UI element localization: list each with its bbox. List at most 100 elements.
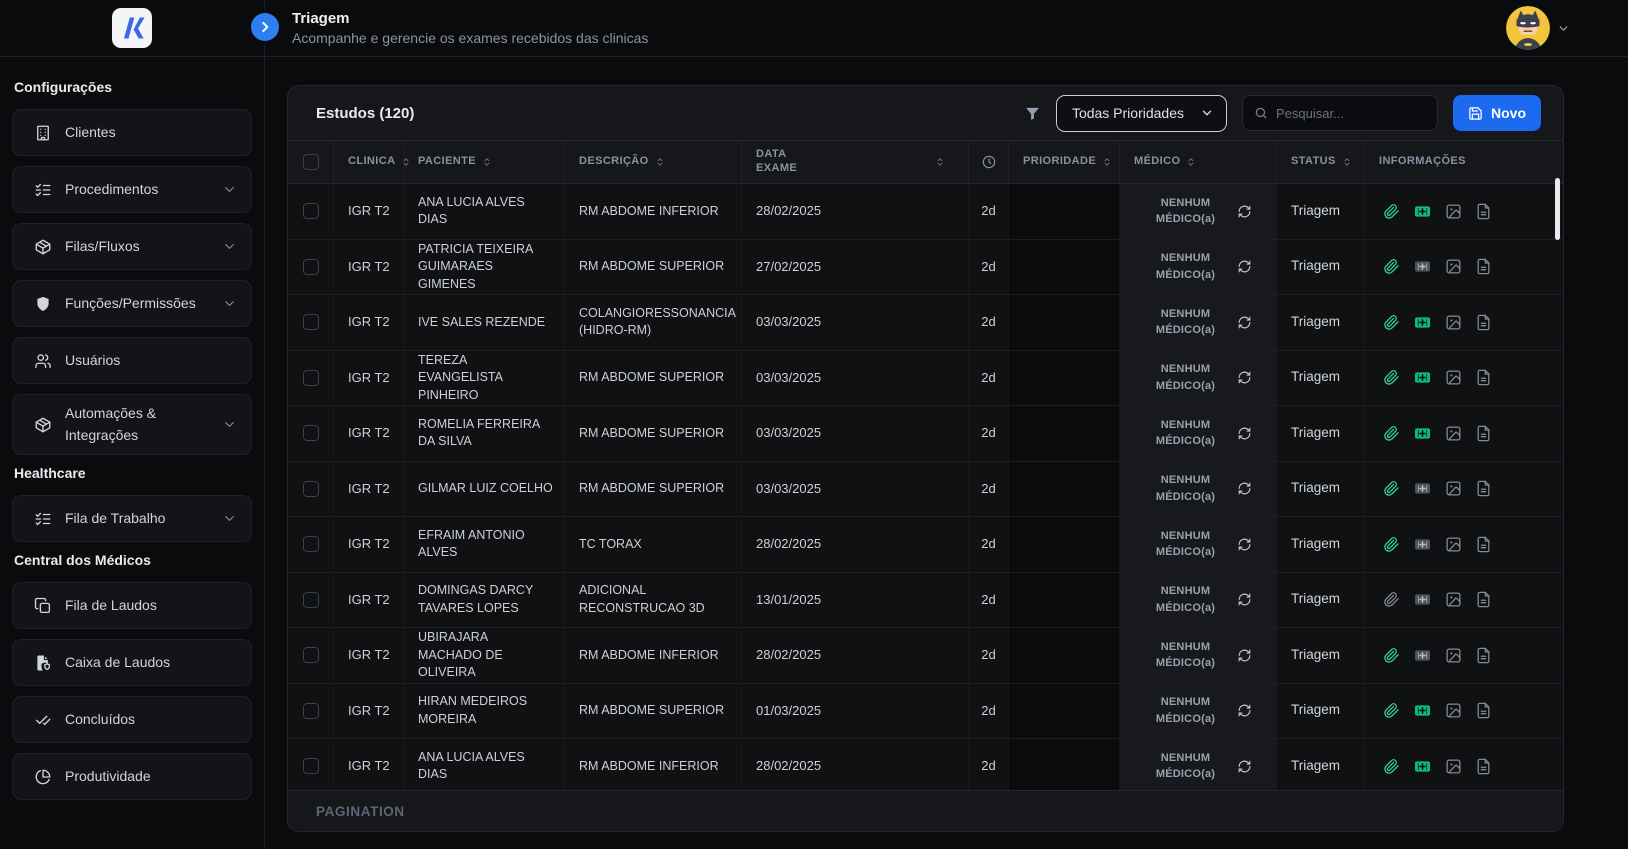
medical-kit-icon[interactable] — [1413, 368, 1432, 387]
refresh-icon[interactable] — [1237, 648, 1252, 663]
sidebar-item-usu-rios[interactable]: Usuários — [12, 337, 252, 384]
refresh-icon[interactable] — [1237, 259, 1252, 274]
priority-filter-select[interactable]: Todas Prioridades — [1055, 94, 1227, 132]
new-button[interactable]: Novo — [1453, 95, 1541, 131]
document-icon[interactable] — [1475, 758, 1492, 775]
paperclip-icon[interactable] — [1383, 369, 1400, 386]
refresh-icon[interactable] — [1237, 426, 1252, 441]
paperclip-icon[interactable] — [1383, 480, 1400, 497]
medical-kit-icon[interactable] — [1413, 202, 1432, 221]
image-icon[interactable] — [1445, 258, 1462, 275]
medical-kit-icon[interactable] — [1413, 646, 1432, 665]
sort-icon[interactable] — [1101, 156, 1113, 168]
image-icon[interactable] — [1445, 480, 1462, 497]
app-logo[interactable] — [112, 8, 152, 48]
refresh-icon[interactable] — [1237, 370, 1252, 385]
sidebar-item-fila-de-trabalho[interactable]: Fila de Trabalho — [12, 495, 252, 543]
sidebar-item-caixa-de-laudos[interactable]: Caixa de Laudos — [12, 639, 252, 687]
row-checkbox[interactable] — [302, 591, 319, 608]
row-checkbox[interactable] — [302, 203, 319, 220]
image-icon[interactable] — [1445, 758, 1462, 775]
row-checkbox[interactable] — [302, 425, 319, 442]
sort-icon[interactable] — [934, 156, 946, 168]
select-all-checkbox[interactable] — [302, 154, 319, 170]
document-icon[interactable] — [1475, 702, 1492, 719]
medical-kit-icon[interactable] — [1413, 313, 1432, 332]
pagination-bar[interactable]: PAGINATION — [288, 790, 1563, 831]
refresh-icon[interactable] — [1237, 537, 1252, 552]
image-icon[interactable] — [1445, 203, 1462, 220]
sidebar-item-fila-de-laudos[interactable]: Fila de Laudos — [12, 582, 252, 630]
sort-icon[interactable] — [654, 156, 666, 168]
document-icon[interactable] — [1475, 314, 1492, 331]
funnel-icon[interactable] — [1024, 105, 1041, 122]
sidebar-collapse-button[interactable] — [251, 13, 279, 41]
document-icon[interactable] — [1475, 369, 1492, 386]
paperclip-icon[interactable] — [1383, 536, 1400, 553]
paperclip-icon[interactable] — [1383, 591, 1400, 608]
row-checkbox[interactable] — [302, 647, 319, 664]
paperclip-icon[interactable] — [1383, 203, 1400, 220]
sidebar-item-filas-fluxos[interactable]: Filas/Fluxos — [12, 223, 252, 270]
image-icon[interactable] — [1445, 591, 1462, 608]
document-icon[interactable] — [1475, 425, 1492, 442]
paperclip-icon[interactable] — [1383, 647, 1400, 664]
medical-kit-icon[interactable] — [1413, 424, 1432, 443]
medical-kit-icon[interactable] — [1413, 257, 1432, 276]
search-input[interactable] — [1276, 105, 1426, 121]
row-checkbox[interactable] — [302, 480, 319, 497]
paperclip-icon[interactable] — [1383, 425, 1400, 442]
sidebar-item-conclu-dos[interactable]: Concluídos — [12, 696, 252, 744]
refresh-icon[interactable] — [1237, 592, 1252, 607]
table-scrollbar[interactable] — [1555, 178, 1560, 240]
paperclip-icon[interactable] — [1383, 314, 1400, 331]
sidebar-item-produtividade[interactable]: Produtividade — [12, 753, 252, 801]
paperclip-icon[interactable] — [1383, 702, 1400, 719]
column-header-medico[interactable]: MÉDICO — [1119, 141, 1276, 183]
column-header-clinica[interactable]: CLINICA — [333, 141, 409, 183]
document-icon[interactable] — [1475, 536, 1492, 553]
image-icon[interactable] — [1445, 647, 1462, 664]
paperclip-icon[interactable] — [1383, 258, 1400, 275]
refresh-icon[interactable] — [1237, 204, 1252, 219]
column-header-prioridade[interactable]: PRIORIDADE — [1008, 141, 1119, 183]
column-header-paciente[interactable]: PACIENTE — [403, 141, 564, 183]
image-icon[interactable] — [1445, 425, 1462, 442]
medical-kit-icon[interactable] — [1413, 590, 1432, 609]
medical-kit-icon[interactable] — [1413, 701, 1432, 720]
refresh-icon[interactable] — [1237, 703, 1252, 718]
sidebar-item-procedimentos[interactable]: Procedimentos — [12, 166, 252, 213]
sort-icon[interactable] — [481, 156, 493, 168]
column-header-descricao[interactable]: DESCRIÇÃO — [564, 141, 741, 183]
column-header-data-exame[interactable]: DATA EXAME — [741, 141, 968, 183]
image-icon[interactable] — [1445, 536, 1462, 553]
medical-kit-icon[interactable] — [1413, 757, 1432, 776]
sidebar-item-clientes[interactable]: Clientes — [12, 109, 252, 156]
user-menu[interactable] — [1506, 6, 1570, 50]
refresh-icon[interactable] — [1237, 481, 1252, 496]
medical-kit-icon[interactable] — [1413, 479, 1432, 498]
refresh-icon[interactable] — [1237, 315, 1252, 330]
document-icon[interactable] — [1475, 647, 1492, 664]
row-checkbox[interactable] — [302, 258, 319, 275]
row-checkbox[interactable] — [302, 758, 319, 775]
row-checkbox[interactable] — [302, 702, 319, 719]
refresh-icon[interactable] — [1237, 759, 1252, 774]
image-icon[interactable] — [1445, 702, 1462, 719]
document-icon[interactable] — [1475, 480, 1492, 497]
medical-kit-icon[interactable] — [1413, 535, 1432, 554]
document-icon[interactable] — [1475, 203, 1492, 220]
row-checkbox[interactable] — [302, 369, 319, 386]
sort-icon[interactable] — [1185, 156, 1197, 168]
batman-avatar[interactable] — [1506, 6, 1550, 50]
column-header-status[interactable]: STATUS — [1276, 141, 1364, 183]
image-icon[interactable] — [1445, 314, 1462, 331]
sort-icon[interactable] — [1341, 156, 1353, 168]
row-checkbox[interactable] — [302, 314, 319, 331]
document-icon[interactable] — [1475, 258, 1492, 275]
image-icon[interactable] — [1445, 369, 1462, 386]
sidebar-item-fun-es-permiss-es[interactable]: Funções/Permissões — [12, 280, 252, 327]
paperclip-icon[interactable] — [1383, 758, 1400, 775]
row-checkbox[interactable] — [302, 536, 319, 553]
sidebar-item-automa-es-integra-es[interactable]: Automações & Integrações — [12, 394, 252, 456]
